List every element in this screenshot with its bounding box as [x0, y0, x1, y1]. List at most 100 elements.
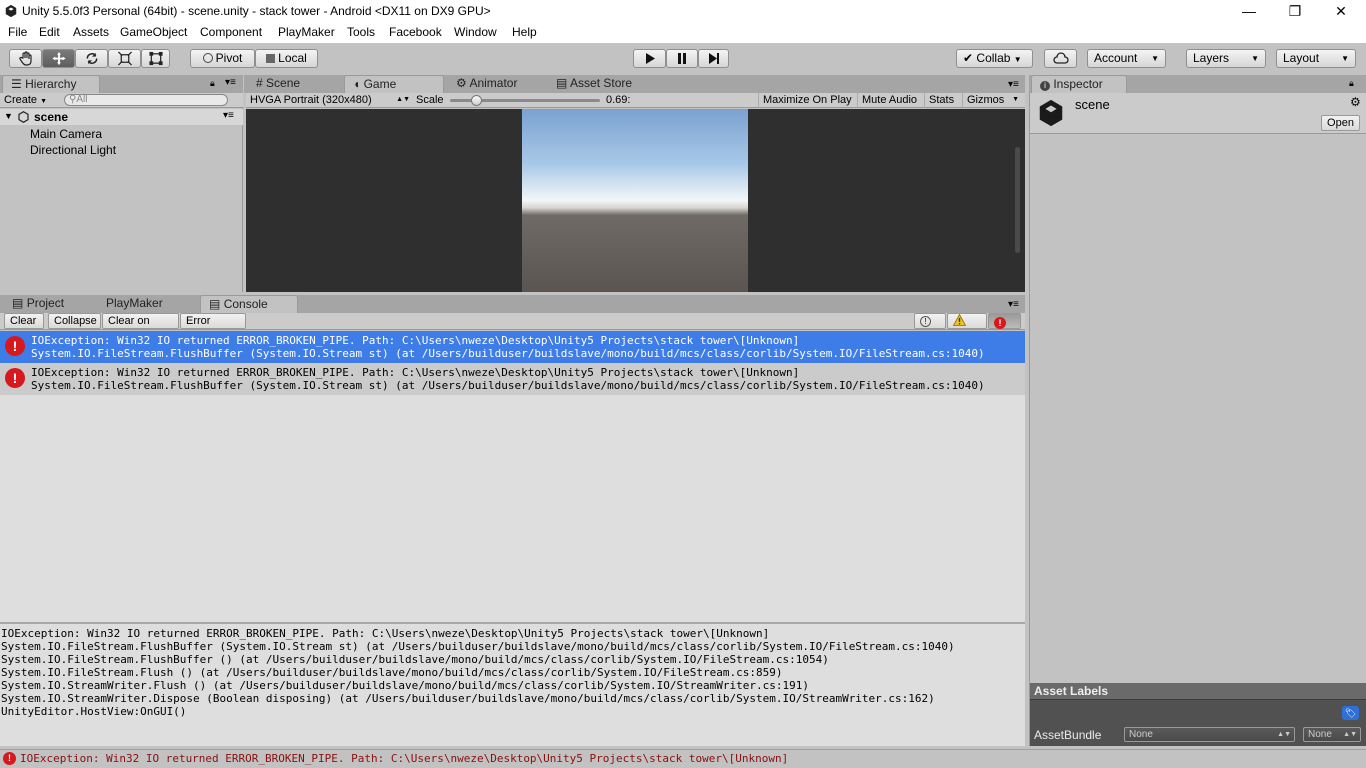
cloud-button[interactable]	[1044, 49, 1077, 68]
hierarchy-panel: Create ▼ ⚲All ▼ scene ▾≡ Main Camera Dir…	[0, 93, 243, 292]
maximize-button[interactable]: ❐	[1272, 0, 1318, 23]
scale-value: 0.69:	[606, 94, 631, 106]
error-pause-button[interactable]: Error Pause	[180, 313, 246, 342]
panel-menu-icon[interactable]: ▾≡	[1008, 79, 1019, 90]
tab-playmaker[interactable]: PlayMaker	[98, 295, 196, 313]
gizmos-dropdown[interactable]: Gizmos ▼	[962, 93, 1022, 108]
aspect-dropdown[interactable]: HVGA Portrait (320x480) ▲▼	[250, 93, 410, 107]
close-button[interactable]: ✕	[1318, 0, 1364, 23]
expand-arrow-icon[interactable]: ▼	[4, 111, 13, 121]
menu-facebook[interactable]: Facebook	[389, 25, 442, 39]
tab-asset-store[interactable]: ▤ Asset Store	[548, 75, 648, 93]
list-item[interactable]: ! IOException: Win32 IO returned ERROR_B…	[0, 363, 1025, 395]
asset-labels-header: Asset Labels	[1030, 683, 1366, 700]
scale-slider-thumb[interactable]	[471, 95, 482, 106]
menu-help[interactable]: Help	[512, 25, 537, 39]
pivot-toggle-button[interactable]: Pivot	[190, 49, 255, 68]
collab-dropdown[interactable]: ✔ Collab ▼	[956, 49, 1033, 68]
collapse-button[interactable]: Collapse	[48, 313, 101, 329]
clear-on-play-button[interactable]: Clear on Play	[102, 313, 179, 342]
error-icon: !	[994, 317, 1006, 329]
tag-icon[interactable]: 🏷︎	[1342, 706, 1359, 720]
menu-window[interactable]: Window	[454, 25, 497, 39]
clear-button[interactable]: Clear	[4, 313, 44, 329]
menu-edit[interactable]: Edit	[39, 25, 60, 39]
warning-filter-toggle[interactable]: 10	[947, 313, 987, 342]
tab-asset-store-label: Asset Store	[570, 76, 633, 90]
menu-gameobject[interactable]: GameObject	[120, 25, 187, 39]
menu-component[interactable]: Component	[200, 25, 262, 39]
asset-bundle-variant-dropdown[interactable]: None ▲▼	[1303, 727, 1361, 742]
pivot-icon	[202, 53, 213, 63]
asset-labels-section: Asset Labels 🏷︎ AssetBundle None ▲▼ None ▲…	[1029, 683, 1366, 746]
play-button[interactable]	[633, 49, 666, 68]
menu-bar: File Edit Assets GameObject Component Pl…	[0, 23, 1366, 43]
tab-scene[interactable]: # Scene	[248, 75, 340, 93]
panel-menu-icon[interactable]: ▾≡	[1008, 299, 1019, 310]
tab-game[interactable]: ◖ Game	[344, 75, 444, 94]
rect-tool-button[interactable]	[141, 49, 170, 68]
open-button[interactable]: Open	[1321, 115, 1360, 131]
tab-project[interactable]: ▤ Project	[4, 295, 94, 313]
asset-bundle-dropdown[interactable]: None ▲▼	[1124, 727, 1295, 742]
tab-animator[interactable]: ⚙ Animator	[448, 75, 548, 93]
tab-hierarchy[interactable]: ☰ Hierarchy	[2, 75, 100, 94]
maximize-on-play-toggle[interactable]: Maximize On Play	[758, 93, 856, 108]
log-message: IOException: Win32 IO returned ERROR_BRO…	[31, 366, 800, 379]
scene-header-row[interactable]: ▼ scene ▾≡	[0, 109, 243, 125]
step-button[interactable]	[698, 49, 729, 68]
console-log-list: ! IOException: Win32 IO returned ERROR_B…	[0, 331, 1025, 622]
game-view-scrollbar[interactable]	[1015, 147, 1020, 253]
pause-button[interactable]	[666, 49, 698, 68]
hierarchy-item-main-camera[interactable]: Main Camera	[30, 127, 102, 141]
hand-tool-button[interactable]	[9, 49, 42, 68]
lock-icon[interactable]: 🔒︎	[1349, 78, 1354, 89]
scene-menu-icon[interactable]: ▾≡	[223, 110, 234, 121]
status-bar[interactable]: ! IOException: Win32 IO returned ERROR_B…	[0, 749, 1366, 768]
list-item[interactable]: ! IOException: Win32 IO returned ERROR_B…	[0, 331, 1025, 363]
inspector-asset-name: scene	[1075, 97, 1110, 112]
layout-dropdown[interactable]: Layout ▼	[1276, 49, 1356, 68]
panel-menu-icon[interactable]: ▾≡	[225, 77, 236, 88]
rotate-tool-button[interactable]	[75, 49, 108, 68]
stats-toggle[interactable]: Stats	[924, 93, 958, 108]
layers-dropdown[interactable]: Layers ▼	[1186, 49, 1266, 68]
move-tool-button[interactable]	[42, 49, 75, 68]
local-toggle-button[interactable]: Local	[255, 49, 318, 68]
tab-console[interactable]: ▤ Console	[200, 295, 298, 314]
aspect-label: HVGA Portrait (320x480)	[250, 94, 372, 106]
asset-bundle-variant-value: None	[1308, 729, 1332, 740]
hierarchy-search-input[interactable]: ⚲All	[64, 94, 228, 106]
error-filter-toggle[interactable]: ! 2	[988, 313, 1021, 342]
detail-line: System.IO.FileStream.Flush () (at /Users…	[1, 666, 783, 679]
scale-tool-button[interactable]	[108, 49, 141, 68]
log-message: IOException: Win32 IO returned ERROR_BRO…	[31, 334, 800, 347]
create-dropdown[interactable]: Create ▼	[4, 93, 47, 109]
game-view[interactable]	[246, 109, 1025, 292]
console-icon: ▤	[209, 297, 221, 311]
collab-label: Collab	[976, 51, 1011, 65]
mute-audio-toggle[interactable]: Mute Audio	[857, 93, 921, 108]
unity-scene-icon	[1039, 99, 1063, 127]
check-icon: ✔	[963, 51, 974, 65]
info-icon: !	[920, 316, 931, 327]
cloud-icon	[1052, 52, 1069, 64]
hierarchy-item-directional-light[interactable]: Directional Light	[30, 143, 116, 157]
menu-playmaker[interactable]: PlayMaker	[278, 25, 335, 39]
minimize-button[interactable]: —	[1226, 0, 1272, 23]
detail-text[interactable]: IOException: Win32 IO returned ERROR_BRO…	[1, 627, 955, 718]
detail-line: System.IO.StreamWriter.Flush () (at /Use…	[1, 679, 809, 692]
account-dropdown[interactable]: Account ▼	[1087, 49, 1166, 68]
tab-inspector[interactable]: i Inspector	[1031, 75, 1127, 94]
menu-tools[interactable]: Tools	[347, 25, 375, 39]
menu-file[interactable]: File	[8, 25, 27, 39]
store-icon: ▤	[556, 76, 568, 90]
grid-icon: #	[256, 76, 263, 90]
layers-label: Layers	[1193, 51, 1230, 65]
dropdown-arrow-icon: ▲▼	[396, 96, 410, 103]
lock-icon[interactable]: 🔒︎	[210, 78, 215, 89]
info-filter-toggle[interactable]: ! 0	[914, 313, 946, 342]
menu-assets[interactable]: Assets	[73, 25, 109, 39]
rotate-icon	[86, 52, 97, 65]
gear-icon[interactable]: ⚙	[1350, 95, 1361, 109]
